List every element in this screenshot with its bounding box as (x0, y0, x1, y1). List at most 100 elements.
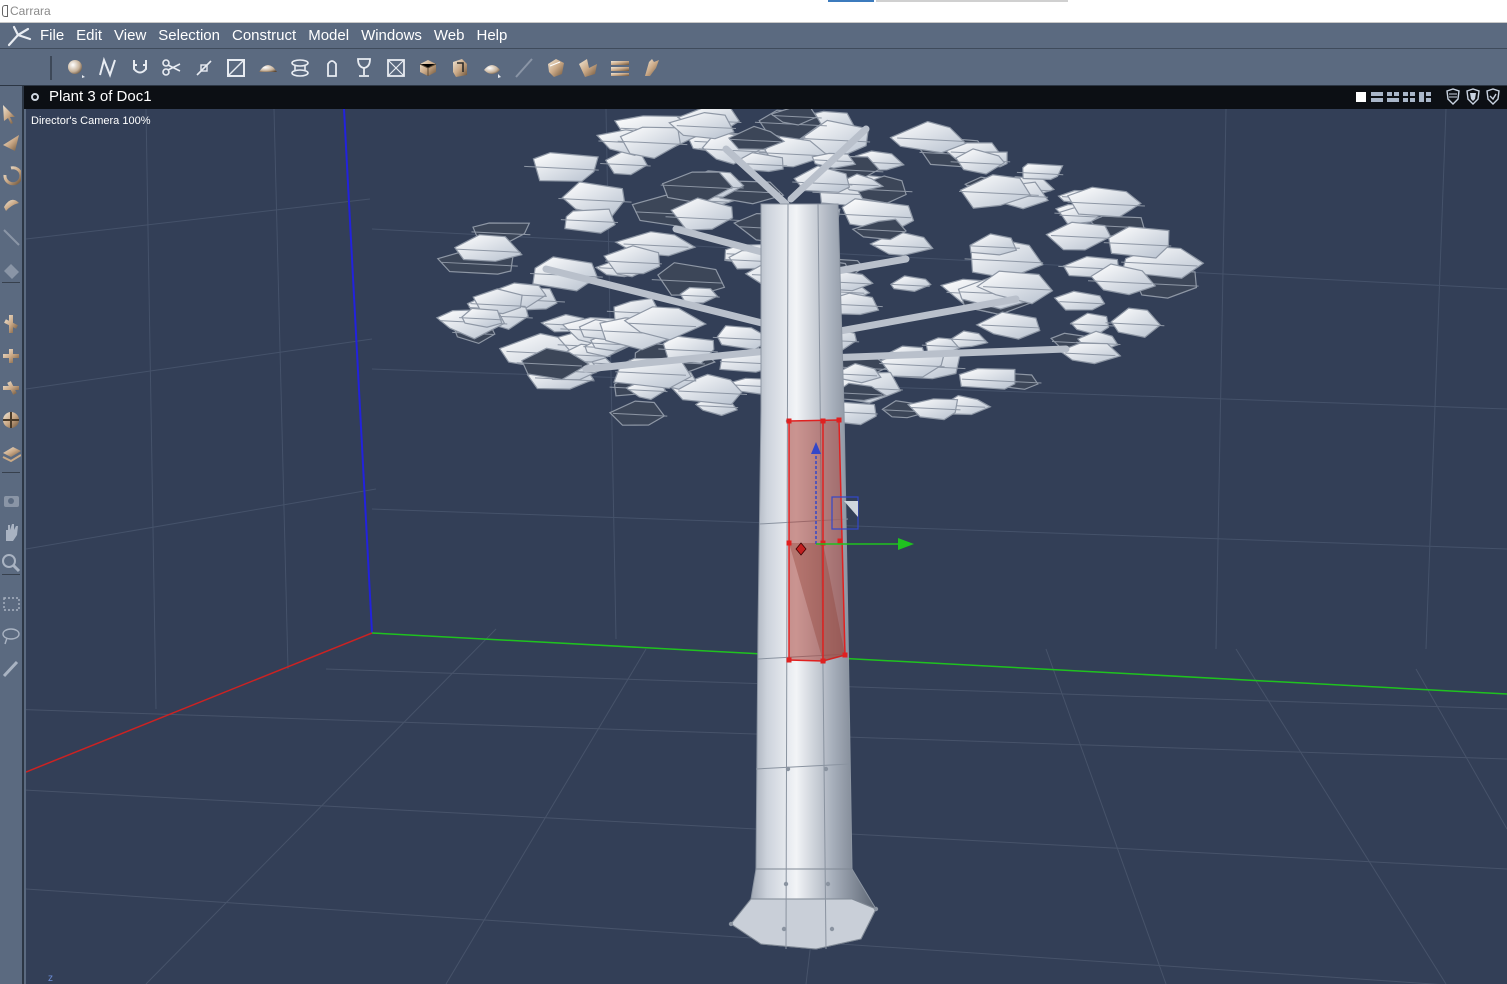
grid-line (273, 109, 289, 670)
camera-tool-button[interactable] (0, 488, 22, 514)
line-tool-button[interactable] (508, 54, 540, 82)
y-axis-line (371, 632, 1507, 695)
grid-line (325, 668, 1507, 710)
two-view-icon[interactable] (1370, 90, 1384, 104)
marquee-tool-button[interactable] (0, 592, 22, 618)
goblet-tool-icon (357, 58, 371, 77)
sweep-tool-button[interactable] (444, 54, 476, 82)
three-view-icon[interactable] (1386, 90, 1400, 104)
shading-tool-icon (484, 65, 501, 78)
menu-selection[interactable]: Selection (152, 23, 226, 49)
shaded-shield-icon[interactable] (1464, 88, 1482, 106)
sphere-tool-icon (68, 60, 85, 78)
menu-file[interactable]: File (34, 23, 70, 49)
shading-tool-button[interactable] (476, 54, 508, 82)
four-view-icon[interactable] (1402, 90, 1416, 104)
split-view-icon[interactable] (1418, 90, 1432, 104)
selected-vertex (820, 418, 826, 424)
menu-view[interactable]: View (108, 23, 152, 49)
wireframe-shield-icon[interactable] (1444, 88, 1462, 106)
selected-vertex (786, 540, 792, 546)
weld-tool-button[interactable] (188, 54, 220, 82)
hand-tool-button[interactable] (0, 520, 22, 546)
grid-line (26, 338, 373, 390)
magnet-tool-button[interactable] (124, 54, 156, 82)
camera-label[interactable]: Director's Camera 100% (31, 115, 150, 127)
box-select-tool-icon (387, 59, 405, 77)
arrow-tool-button[interactable] (0, 100, 22, 126)
carrara-logo-icon[interactable] (6, 25, 32, 47)
grid-line (445, 648, 647, 984)
selected-vertex (836, 417, 842, 423)
app-icon (2, 5, 8, 17)
vertex (785, 766, 791, 772)
rotate-tool-button[interactable] (0, 162, 22, 188)
camera-tool-icon (4, 496, 19, 507)
plane-tool-icon (2, 447, 21, 463)
menu-model[interactable]: Model (302, 23, 355, 49)
view-layout-buttons (1354, 90, 1432, 104)
bend-tool-button[interactable] (636, 54, 668, 82)
gizmo-y-arrow (898, 538, 914, 550)
extrude-tool-button[interactable] (316, 54, 348, 82)
render-shield-icon[interactable] (1484, 88, 1502, 106)
twist-tool-button[interactable] (0, 192, 22, 218)
toolbar-separator (50, 56, 52, 80)
menu-help[interactable]: Help (471, 23, 514, 49)
lasso-tool-button[interactable] (0, 624, 22, 650)
scissors-tool-button[interactable] (156, 54, 188, 82)
translate-y-tool-button[interactable] (0, 344, 22, 370)
box-select-tool-button[interactable] (380, 54, 412, 82)
pen-tool-button[interactable] (0, 226, 22, 252)
scene-canvas[interactable] (26, 109, 1507, 984)
translate-x-tool-icon (4, 315, 18, 333)
translate-x-tool-button[interactable] (0, 312, 22, 338)
x-axis-line (26, 632, 373, 773)
fold-tool-button[interactable] (572, 54, 604, 82)
move-tool-button[interactable] (0, 130, 22, 156)
lathe-tool-button[interactable] (284, 54, 316, 82)
goblet-tool-button[interactable] (348, 54, 380, 82)
menu-construct[interactable]: Construct (226, 23, 302, 49)
translate-z-tool-button[interactable] (0, 376, 22, 402)
leaf (1022, 162, 1064, 181)
hand-tool-icon (6, 524, 18, 541)
sphere-tool-button[interactable] (60, 54, 92, 82)
grid-line (26, 488, 377, 550)
plane-tool-button[interactable] (0, 440, 22, 466)
extrude-tool-icon (327, 60, 337, 77)
rotate-tool-icon (3, 166, 21, 186)
weld-tool-icon (196, 60, 212, 76)
brush-tool-button[interactable] (0, 656, 22, 682)
grid-line (1425, 109, 1447, 650)
modeling-toolbar (0, 50, 1507, 86)
window-menu-icon[interactable] (31, 93, 39, 101)
cube-tool-button[interactable] (412, 54, 444, 82)
menu-windows[interactable]: Windows (355, 23, 428, 49)
smooth-tool-icon (548, 59, 564, 77)
grid-line (1215, 109, 1227, 650)
scale-box-tool-button[interactable] (220, 54, 252, 82)
arrow-tool-icon (3, 105, 15, 124)
smooth-tool-button[interactable] (540, 54, 572, 82)
spline-tool-button[interactable] (92, 54, 124, 82)
universal-tool-button[interactable] (0, 408, 22, 434)
single-view-icon[interactable] (1354, 90, 1368, 104)
align-tool-button[interactable] (604, 54, 636, 82)
vertex (829, 926, 835, 932)
magnet-tool-icon (133, 60, 147, 74)
palette-separator (2, 574, 20, 575)
selected-vertex (842, 652, 848, 658)
pen-tool-icon (3, 229, 20, 246)
menu-edit[interactable]: Edit (70, 23, 108, 49)
trunk-base (730, 898, 877, 950)
grid-line (1235, 648, 1447, 984)
fold-tool-icon (579, 59, 597, 77)
leaf (889, 120, 967, 154)
dome-tool-button[interactable] (252, 54, 284, 82)
menu-web[interactable]: Web (428, 23, 471, 49)
line-tool-icon (515, 58, 533, 78)
z-axis-indicator: z (48, 973, 53, 984)
3d-viewport[interactable]: Director's Camera 100% z (26, 109, 1507, 984)
palette-separator (2, 472, 20, 473)
